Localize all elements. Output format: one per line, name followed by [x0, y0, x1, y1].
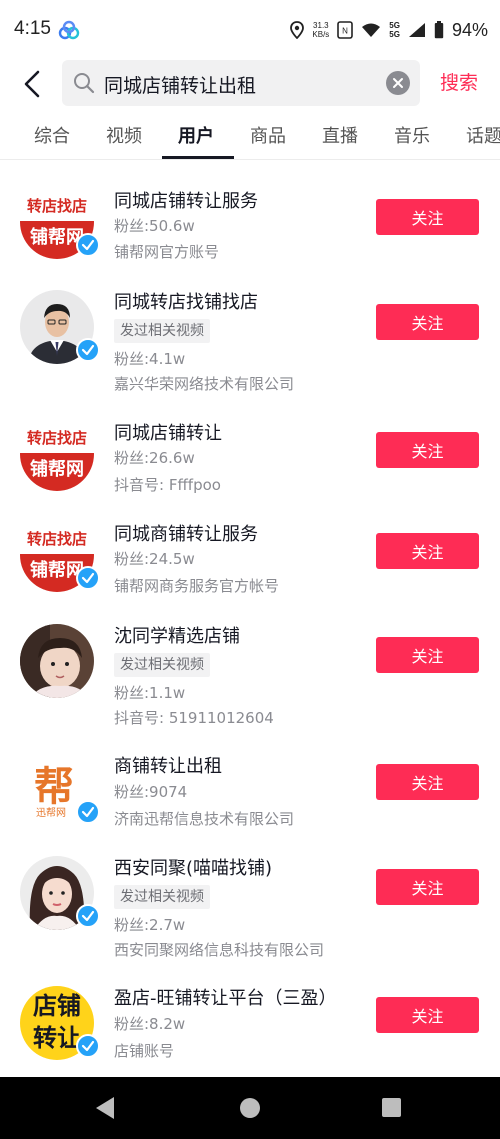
user-fans: 粉丝:24.5w: [114, 550, 195, 568]
avatar[interactable]: [20, 290, 100, 364]
user-fans: 粉丝:4.1w: [114, 350, 186, 368]
follow-button[interactable]: 关注: [376, 764, 479, 800]
user-fans: 粉丝:1.1w: [114, 684, 186, 702]
search-icon: [74, 73, 95, 94]
user-name: 商铺转让出租: [114, 756, 222, 777]
follow-button[interactable]: 关注: [376, 869, 479, 905]
avatar[interactable]: 店铺转让: [20, 986, 100, 1060]
nav-back-icon[interactable]: [96, 1097, 114, 1119]
avatar[interactable]: [20, 856, 100, 930]
user-name: 沈同学精选店铺: [114, 626, 240, 647]
user-description: 西安同聚网络信息科技有限公司: [114, 941, 325, 959]
user-name: 盈店-旺铺转让平台（三盈）: [114, 988, 337, 1009]
related-video-tag: 发过相关视频: [114, 319, 210, 343]
nav-recents-icon[interactable]: [382, 1098, 401, 1117]
user-description: 抖音号: 51911012604: [114, 709, 274, 727]
user-description: 济南迅帮信息技术有限公司: [114, 810, 295, 828]
user-fans: 粉丝:9074: [114, 783, 188, 801]
follow-button[interactable]: 关注: [376, 432, 479, 468]
clear-search-button[interactable]: [386, 71, 410, 95]
tab-videos[interactable]: 视频: [106, 122, 142, 148]
verified-badge-icon: [76, 566, 100, 590]
avatar[interactable]: 转店找店 铺帮网: [20, 518, 100, 592]
verified-badge-icon: [76, 800, 100, 824]
verified-badge-icon: [76, 233, 100, 257]
user-fans: 粉丝:50.6w: [114, 217, 195, 235]
follow-button[interactable]: 关注: [376, 637, 479, 673]
user-description: 铺帮网官方账号: [114, 243, 220, 261]
nfc-icon: N: [337, 21, 354, 39]
system-nav-bar: [0, 1077, 500, 1139]
avatar-image: 转店找店 铺帮网: [20, 417, 94, 491]
user-fans: 粉丝:8.2w: [114, 1015, 186, 1033]
search-tabs: 综合 视频 用户 商品 直播 音乐 话题: [0, 112, 500, 160]
avatar[interactable]: 帮 迅帮网: [20, 752, 100, 826]
location-icon: [290, 21, 305, 39]
tab-comprehensive[interactable]: 综合: [34, 122, 70, 148]
tab-live[interactable]: 直播: [322, 122, 358, 148]
status-bar: 4:15 31.3 KB/s N 5G 5G 94%: [0, 0, 500, 62]
user-fans: 粉丝:2.7w: [114, 916, 186, 934]
nav-home-icon[interactable]: [240, 1098, 260, 1118]
avatar-image: [20, 624, 94, 698]
active-tab-indicator: [162, 156, 234, 159]
battery-icon: [434, 21, 444, 39]
search-input[interactable]: 同城店铺转让出租: [104, 71, 256, 98]
tab-users[interactable]: 用户: [178, 122, 214, 148]
search-header: 同城店铺转让出租 搜索: [0, 58, 500, 108]
follow-button[interactable]: 关注: [376, 199, 479, 235]
user-fans: 粉丝:26.6w: [114, 449, 195, 467]
signal-icon: [408, 23, 425, 37]
tab-topics[interactable]: 话题: [466, 122, 500, 148]
search-box[interactable]: 同城店铺转让出租: [62, 60, 420, 106]
wifi-icon: [362, 23, 381, 37]
tab-music[interactable]: 音乐: [394, 122, 430, 148]
verified-badge-icon: [76, 904, 100, 928]
back-arrow-icon: [24, 70, 40, 98]
user-description: 嘉兴华荣网络技术有限公司: [114, 375, 295, 393]
user-description: 抖音号: Ffffpoo: [114, 476, 221, 494]
avatar[interactable]: 转店找店 铺帮网: [20, 185, 100, 259]
user-name: 同城转店找铺找店: [114, 292, 258, 313]
user-name: 同城商铺转让服务: [114, 524, 258, 545]
battery-percent: 94%: [451, 19, 488, 40]
network-speed: 31.3 KB/s: [312, 21, 330, 39]
follow-button[interactable]: 关注: [376, 304, 479, 340]
user-description: 铺帮网商务服务官方帐号: [114, 577, 280, 595]
search-button[interactable]: 搜索: [440, 68, 478, 95]
back-button[interactable]: [14, 66, 50, 102]
tab-products[interactable]: 商品: [250, 122, 286, 148]
avatar[interactable]: 转店找店 铺帮网: [20, 417, 94, 491]
close-icon: [393, 78, 403, 88]
user-name: 同城店铺转让: [114, 423, 222, 444]
svg-text:N: N: [342, 27, 348, 36]
status-time: 4:15: [14, 18, 51, 39]
verified-badge-icon: [76, 1034, 100, 1058]
related-video-tag: 发过相关视频: [114, 653, 210, 677]
related-video-tag: 发过相关视频: [114, 885, 210, 909]
user-description: 店铺账号: [114, 1042, 175, 1060]
signal-labels: 5G 5G: [389, 21, 400, 39]
user-name: 同城店铺转让服务: [114, 191, 258, 212]
follow-button[interactable]: 关注: [376, 997, 479, 1033]
follow-button[interactable]: 关注: [376, 533, 479, 569]
status-icons: 31.3 KB/s N 5G 5G 94%: [290, 16, 488, 44]
user-name: 西安同聚(喵喵找铺): [114, 858, 273, 879]
avatar[interactable]: [20, 624, 94, 698]
verified-badge-icon: [76, 338, 100, 362]
app-notification-icon: [58, 20, 80, 40]
